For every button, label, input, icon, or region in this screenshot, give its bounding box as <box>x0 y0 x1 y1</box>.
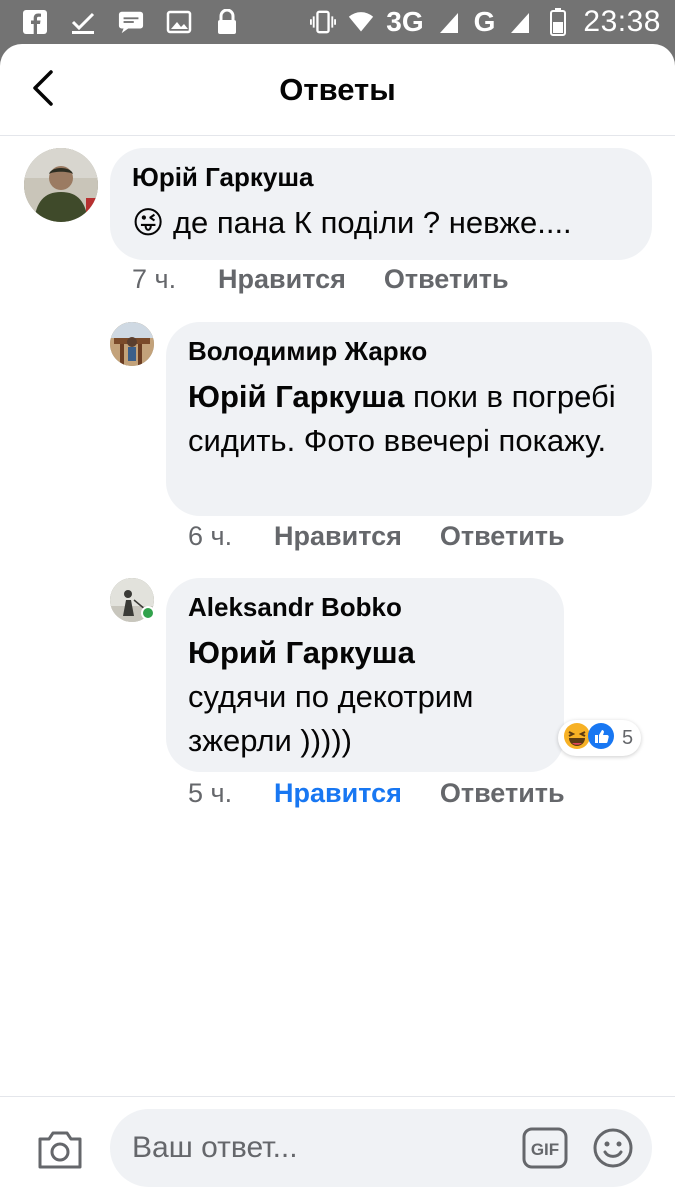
camera-button[interactable] <box>36 1127 84 1171</box>
comment-actions: 5 ч. Нравится Ответить <box>188 778 565 809</box>
gif-button[interactable]: GIF <box>522 1127 568 1169</box>
comment-text: Юрій Гаркуша поки в погребі сидить. Фото… <box>188 375 630 463</box>
chevron-left-icon <box>29 68 55 113</box>
reply-input[interactable] <box>132 1131 492 1165</box>
image-icon <box>166 9 192 35</box>
emoji-icon: 😜 <box>132 205 165 240</box>
signal-icon <box>507 9 533 35</box>
vibrate-icon <box>310 9 337 35</box>
comment-time[interactable]: 7 ч. <box>132 264 218 295</box>
reactions-summary[interactable]: 5 <box>558 720 642 756</box>
signal-icon <box>436 9 462 35</box>
comment-actions: 7 ч. Нравится Ответить <box>132 264 509 295</box>
avatar[interactable] <box>24 148 98 222</box>
reply-button[interactable]: Ответить <box>440 778 565 809</box>
check-icon <box>70 9 96 35</box>
status-bar: 3G G 23:38 <box>0 0 675 44</box>
system-icons: 3G G 23:38 <box>310 5 661 39</box>
battery-icon <box>545 8 571 36</box>
like-button[interactable]: Нравится <box>274 521 402 552</box>
reply-button[interactable]: Ответить <box>440 521 565 552</box>
replies-sheet: Ответы Юрій Гаркуша 😜 де пана К поділи ?… <box>0 44 675 1200</box>
reply-button[interactable]: Ответить <box>384 264 509 295</box>
reply-composer: GIF <box>0 1096 675 1200</box>
header: Ответы <box>0 44 675 136</box>
facebook-icon <box>22 9 48 35</box>
online-status-dot <box>141 606 155 620</box>
comment-bubble[interactable]: Юрій Гаркуша 😜 де пана К поділи ? невже.… <box>110 148 652 260</box>
comment-time[interactable]: 6 ч. <box>188 521 274 552</box>
emoji-icon <box>592 1128 634 1173</box>
message-icon <box>118 9 144 35</box>
comment-author[interactable]: Володимир Жарко <box>188 336 630 367</box>
camera-icon <box>36 1131 84 1175</box>
like-button[interactable]: Нравится <box>274 778 402 809</box>
comment-body: де пана К поділи ? невже.... <box>172 205 572 240</box>
reply-input-box[interactable]: GIF <box>110 1109 652 1187</box>
emoji-button[interactable] <box>592 1127 634 1169</box>
reaction-count: 5 <box>622 726 634 749</box>
comment-time[interactable]: 5 ч. <box>188 778 274 809</box>
network-type-3g: 3G <box>386 6 424 37</box>
like-button[interactable]: Нравится <box>218 264 346 295</box>
notification-icons <box>22 9 240 35</box>
comment-author[interactable]: Юрій Гаркуша <box>132 162 630 193</box>
wifi-icon <box>348 9 374 35</box>
back-button[interactable] <box>18 64 66 116</box>
comment-body: судячи по декотрим зжерли ))))) <box>188 679 474 758</box>
page-title: Ответы <box>279 71 396 107</box>
lock-icon <box>214 9 240 35</box>
comment-text: Юрий Гаркуша судячи по декотрим зжерли ))… <box>188 631 542 763</box>
gif-icon: GIF <box>531 1140 559 1159</box>
mention-link[interactable]: Юрій Гаркуша <box>188 379 404 414</box>
clock: 23:38 <box>583 5 661 38</box>
mention-link[interactable]: Юрий Гаркуша <box>188 635 415 670</box>
comment-author[interactable]: Aleksandr Bobko <box>188 592 542 623</box>
network-type-g: G <box>473 6 496 37</box>
comment-bubble[interactable]: Aleksandr Bobko Юрий Гаркуша судячи по де… <box>166 578 564 772</box>
avatar[interactable] <box>110 322 154 366</box>
comment-bubble[interactable]: Володимир Жарко Юрій Гаркуша поки в погр… <box>166 322 652 516</box>
like-reaction-icon <box>586 721 616 756</box>
comment-actions: 6 ч. Нравится Ответить <box>188 521 565 552</box>
comment-text: 😜 де пана К поділи ? невже.... <box>132 201 630 245</box>
